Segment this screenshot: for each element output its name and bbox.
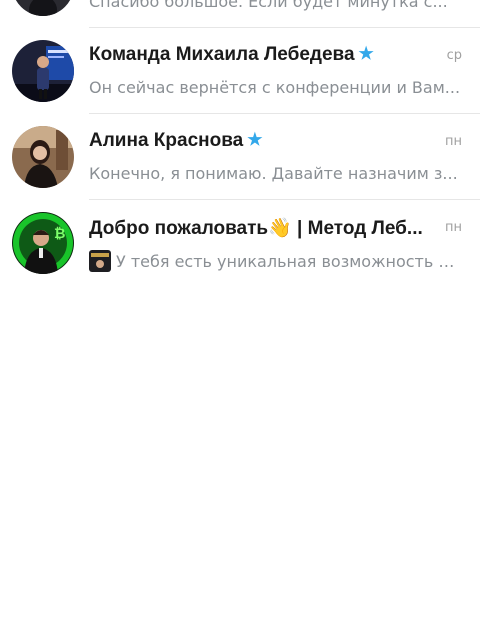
chat-row-team-lebedev[interactable]: Команда Михаила Лебедева ★ ср Он сейчас в… — [0, 28, 480, 114]
chat-row-partial[interactable]: Спасибо большое. Если будет минутка с... — [0, 0, 480, 28]
avatar — [12, 40, 74, 102]
chat-title-text: Добро пожаловать👋 | Метод Леб... — [89, 218, 423, 239]
avatar: ₿ — [12, 212, 74, 274]
chat-row-welcome-channel[interactable]: ₿ Добро пожаловать👋 | Метод Леб... пн У … — [0, 200, 480, 286]
verified-star-icon: ★ — [358, 44, 374, 63]
avatar — [12, 0, 74, 16]
chat-preview: У тебя есть уникальная возможность у... — [89, 250, 461, 272]
media-thumbnail — [89, 250, 111, 272]
chat-title-text: Алина Краснова — [89, 130, 244, 151]
chat-time: пн — [445, 134, 462, 149]
chat-time: ср — [446, 48, 462, 63]
chat-title: Добро пожаловать👋 | Метод Леб... — [89, 216, 434, 240]
chat-time: пн — [445, 220, 462, 235]
chat-list: Спасибо большое. Если будет минутка с...… — [0, 0, 480, 286]
avatar — [12, 126, 74, 188]
chat-preview: Он сейчас вернётся с конференции и Вам..… — [89, 78, 461, 97]
verified-star-icon: ★ — [247, 130, 263, 149]
chat-title-text: Команда Михаила Лебедева — [89, 44, 355, 65]
chat-preview-text: У тебя есть уникальная возможность у... — [116, 252, 461, 271]
chat-preview: Конечно, я понимаю. Давайте назначим з..… — [89, 164, 458, 183]
chat-row-alina[interactable]: Алина Краснова ★ пн Конечно, я понимаю. Д… — [0, 114, 480, 200]
svg-text:₿: ₿ — [54, 226, 65, 242]
chat-title: Алина Краснова ★ — [89, 130, 434, 152]
chat-title: Команда Михаила Лебедева ★ — [89, 44, 434, 66]
chat-preview: Спасибо большое. Если будет минутка с... — [89, 0, 448, 11]
